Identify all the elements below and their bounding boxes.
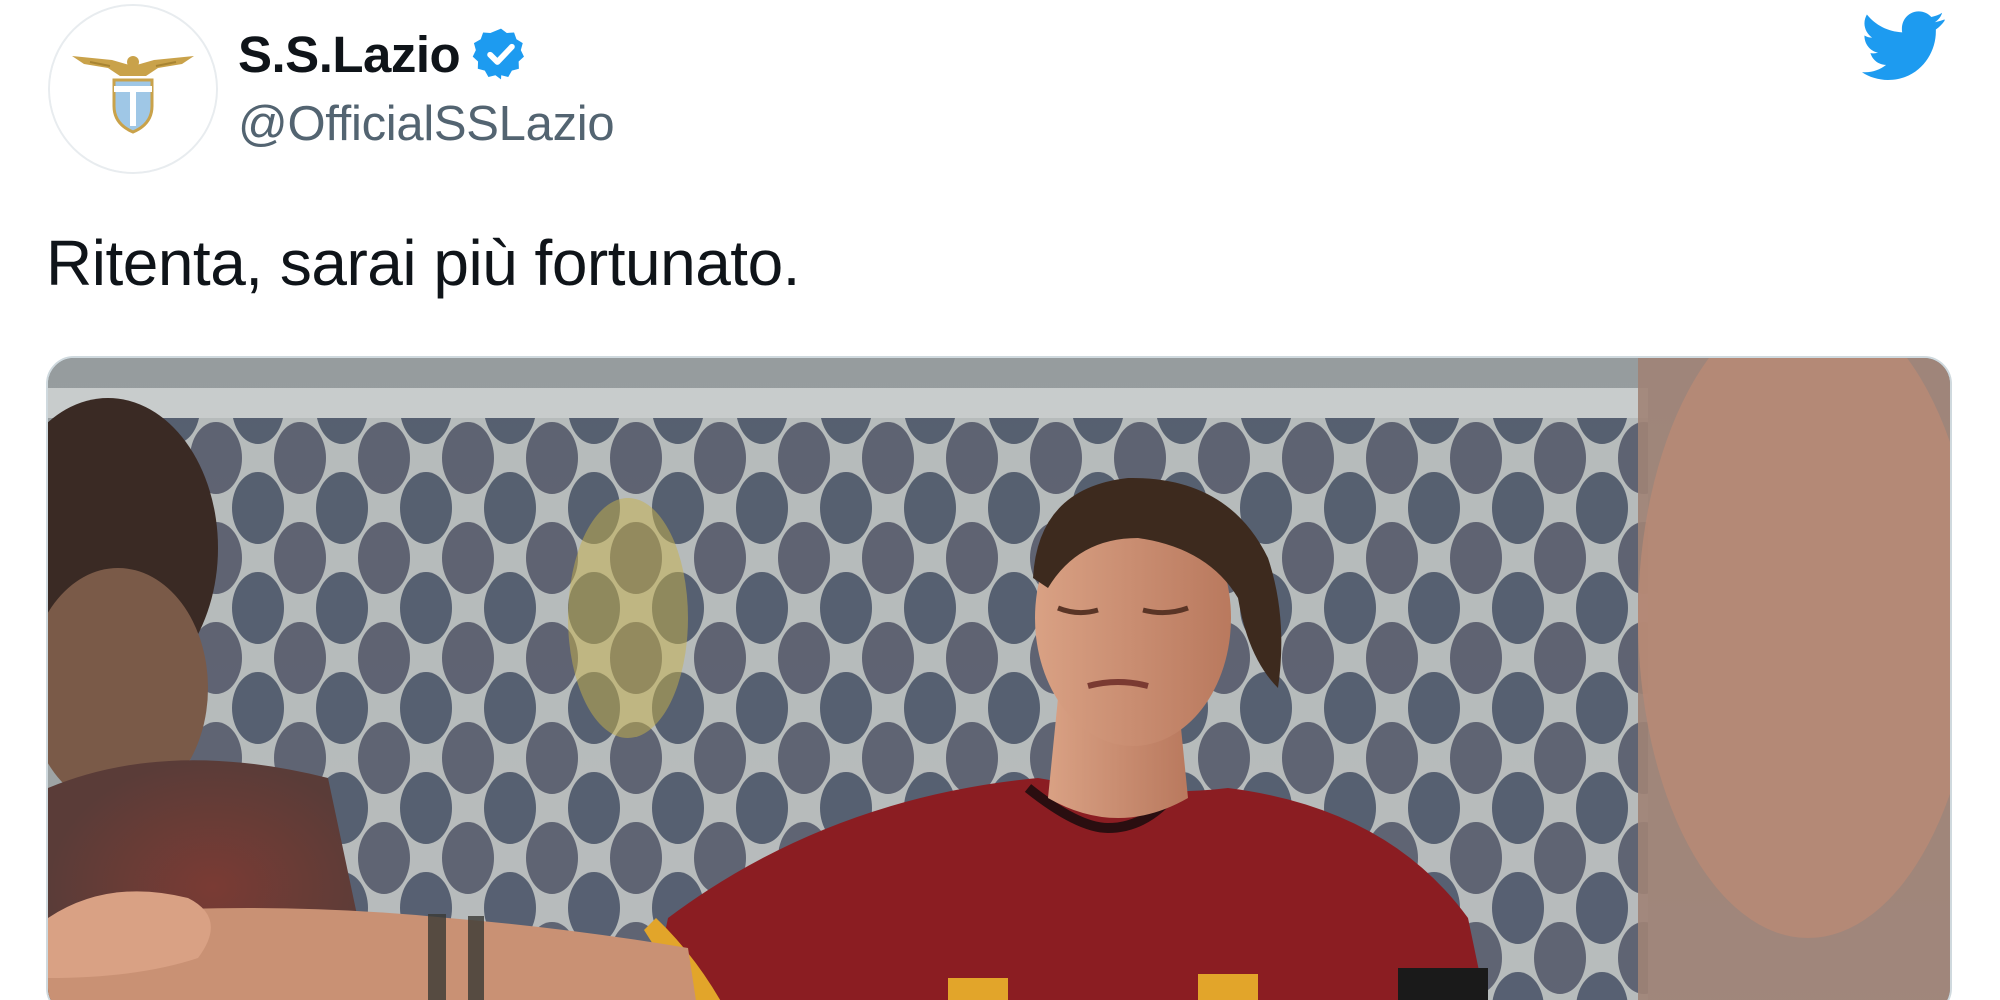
tweet-card: S.S.Lazio @OfficialSSLazio Ritenta, sara… — [0, 0, 2000, 1000]
verified-badge-icon — [472, 28, 525, 80]
football-player-photo — [48, 358, 1950, 1000]
twitter-bird-icon[interactable] — [1862, 10, 1946, 82]
author-name-row[interactable]: S.S.Lazio — [238, 22, 530, 86]
avatar[interactable] — [48, 4, 218, 174]
lazio-eagle-crest-icon — [50, 6, 216, 172]
tweet-media-photo[interactable] — [46, 356, 1952, 1000]
tweet-text: Ritenta, sarai più fortunato. — [46, 227, 800, 299]
author-display-name[interactable]: S.S.Lazio — [238, 25, 461, 84]
author-handle[interactable]: @OfficialSSLazio — [238, 96, 615, 152]
